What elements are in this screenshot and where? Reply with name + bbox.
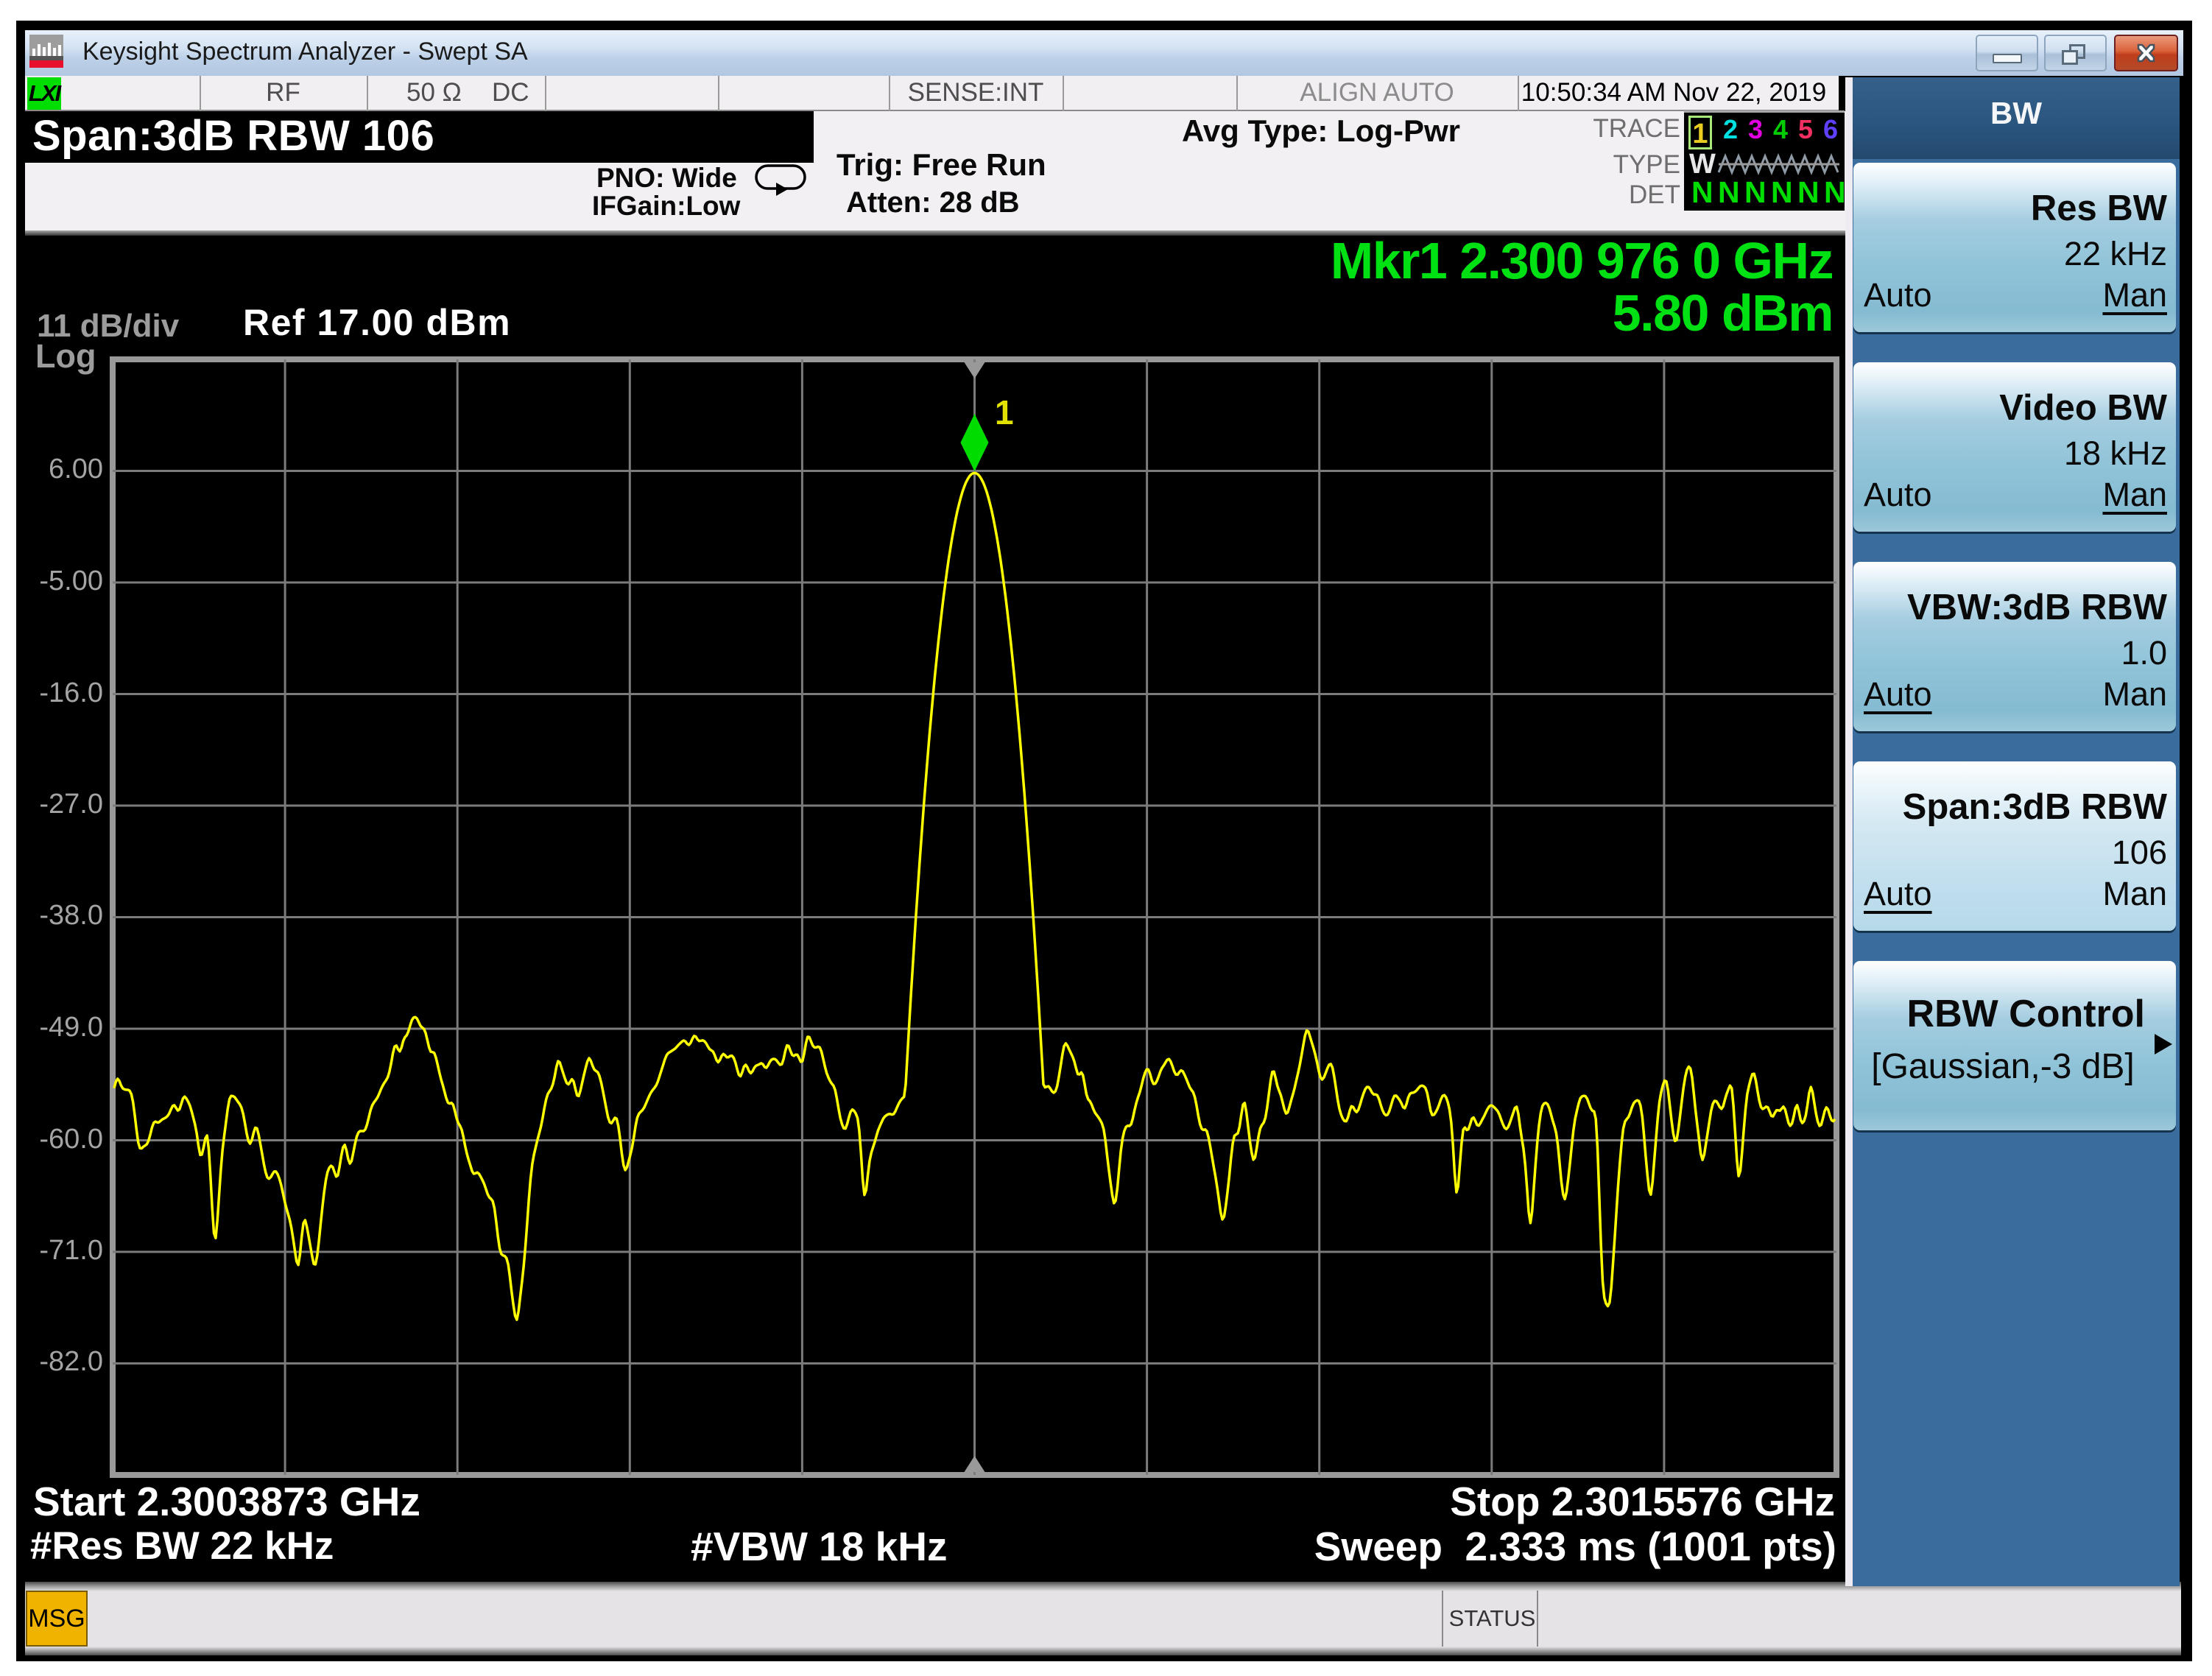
svg-text:1: 1 (995, 393, 1014, 432)
